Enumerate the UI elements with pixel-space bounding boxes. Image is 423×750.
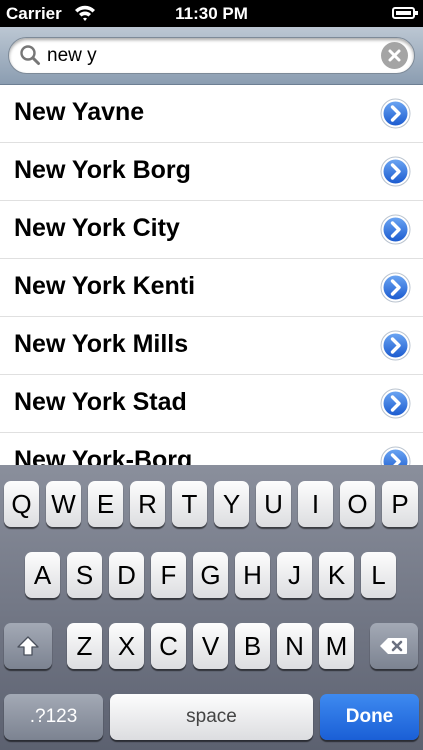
clear-icon — [388, 49, 401, 62]
done-key[interactable]: Done — [320, 694, 419, 740]
numbers-key[interactable]: .?123 — [4, 694, 103, 740]
key-g[interactable]: G — [193, 552, 228, 598]
list-item-label: New York Mills — [14, 330, 189, 358]
key-n[interactable]: N — [277, 623, 312, 669]
key-w[interactable]: W — [46, 481, 81, 527]
backspace-icon — [380, 638, 407, 654]
key-f[interactable]: F — [151, 552, 186, 598]
key-y[interactable]: Y — [214, 481, 249, 527]
list-item-label: New York Stad — [14, 388, 187, 416]
disclosure-button-icon[interactable] — [380, 156, 411, 187]
key-p[interactable]: P — [382, 481, 418, 527]
search-input[interactable]: new y — [8, 37, 415, 74]
search-icon — [20, 45, 40, 65]
key-i[interactable]: I — [298, 481, 333, 527]
key-h[interactable]: H — [235, 552, 270, 598]
list-item[interactable]: New Yavne — [0, 85, 423, 143]
key-z[interactable]: Z — [67, 623, 102, 669]
list-item-label: New Yavne — [14, 98, 145, 126]
key-j[interactable]: J — [277, 552, 312, 598]
list-item-label: New York Borg — [14, 156, 191, 184]
list-item[interactable]: New York Mills — [0, 317, 423, 375]
key-m[interactable]: M — [319, 623, 354, 669]
key-b[interactable]: B — [235, 623, 270, 669]
key-s[interactable]: S — [67, 552, 102, 598]
key-l[interactable]: L — [361, 552, 396, 598]
key-a[interactable]: A — [25, 552, 60, 598]
key-k[interactable]: K — [319, 552, 354, 598]
list-item[interactable]: New York Stad — [0, 375, 423, 433]
results-list: New Yavne New York Borg New York City Ne… — [0, 85, 423, 465]
key-t[interactable]: T — [172, 481, 207, 527]
space-key[interactable]: space — [110, 694, 313, 740]
key-q[interactable]: Q — [4, 481, 39, 527]
delete-key[interactable] — [370, 623, 418, 669]
clear-search-button[interactable] — [381, 42, 408, 69]
key-c[interactable]: C — [151, 623, 186, 669]
list-item[interactable]: New York-Borg — [0, 433, 423, 465]
search-bar: new y — [0, 27, 423, 85]
key-r[interactable]: R — [130, 481, 165, 527]
key-x[interactable]: X — [109, 623, 144, 669]
search-query: new y — [47, 45, 97, 66]
disclosure-button-icon[interactable] — [380, 98, 411, 129]
list-item[interactable]: New York Kenti — [0, 259, 423, 317]
battery-icon — [392, 7, 418, 19]
keyboard: Q W E R T Y U I O P A S D F G H J K L Z … — [0, 465, 423, 750]
list-item-label: New York-Borg — [14, 446, 193, 465]
key-o[interactable]: O — [340, 481, 375, 527]
list-item[interactable]: New York Borg — [0, 143, 423, 201]
shift-key[interactable] — [4, 623, 52, 669]
list-item-label: New York City — [14, 214, 180, 242]
disclosure-button-icon[interactable] — [380, 446, 411, 465]
list-item-label: New York Kenti — [14, 272, 196, 300]
disclosure-button-icon[interactable] — [380, 272, 411, 303]
clock: 11:30 PM — [175, 4, 248, 23]
key-u[interactable]: U — [256, 481, 291, 527]
disclosure-button-icon[interactable] — [380, 330, 411, 361]
list-item[interactable]: New York City — [0, 201, 423, 259]
shift-arrow-icon — [17, 636, 39, 656]
key-d[interactable]: D — [109, 552, 144, 598]
status-bar: Carrier 11:30 PM — [0, 0, 423, 27]
key-e[interactable]: E — [88, 481, 123, 527]
key-v[interactable]: V — [193, 623, 228, 669]
disclosure-button-icon[interactable] — [380, 388, 411, 419]
disclosure-button-icon[interactable] — [380, 214, 411, 245]
